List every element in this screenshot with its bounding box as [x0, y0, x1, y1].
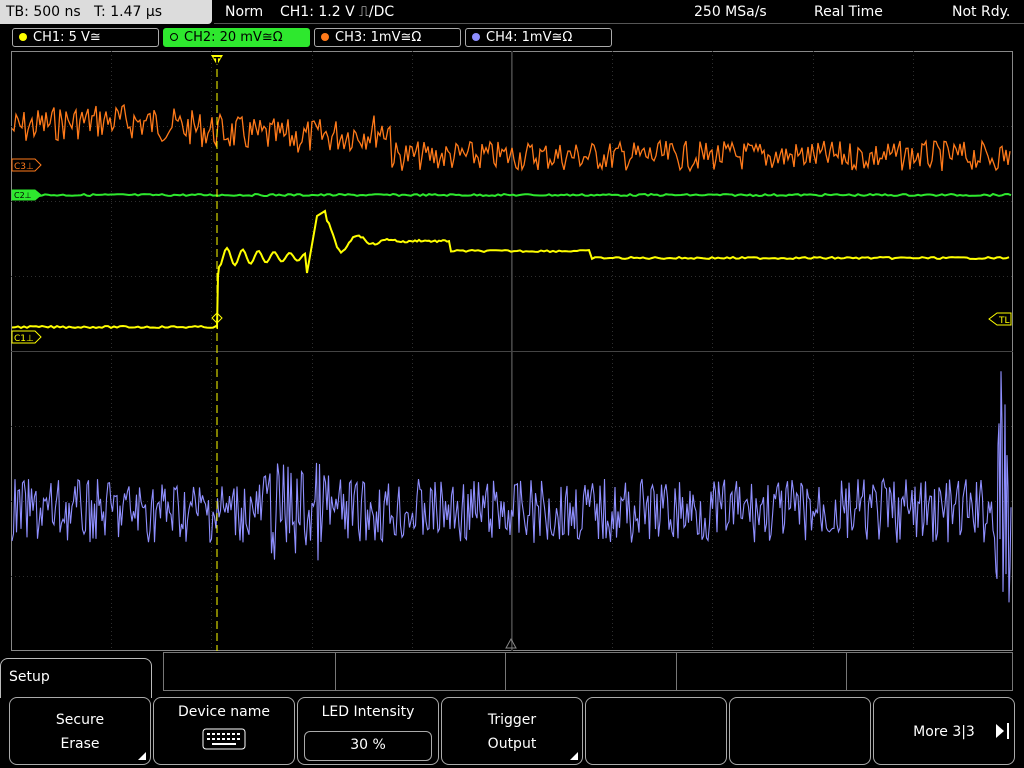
trigger-info[interactable]: CH1: 1.2 V ⎍/DC: [280, 0, 394, 24]
device-name-button[interactable]: Device name: [153, 697, 295, 765]
keyboard-icon: [202, 728, 246, 750]
ch1-dot-icon: [19, 33, 27, 41]
menu-title-setup: Setup: [0, 658, 152, 698]
button-label: Output: [487, 736, 537, 752]
timebase-label: TB: 500 ns: [6, 4, 81, 20]
submenu-corner-icon: [138, 752, 146, 760]
sample-rate: 250 MSa/s: [694, 4, 767, 20]
led-intensity-value[interactable]: 30 %: [304, 731, 432, 761]
button-label: Secure: [55, 712, 105, 728]
ch4-dot-icon: [472, 33, 480, 41]
marker-c3[interactable]: C3⊥: [11, 158, 42, 172]
empty-softkey-5[interactable]: [585, 697, 727, 765]
button-label: Device name: [177, 704, 271, 720]
button-label: LED Intensity: [321, 704, 415, 720]
channel-tab-ch2[interactable]: CH2: 20 mV≅Ω: [163, 28, 310, 47]
zoom-strip: [163, 652, 1013, 691]
ch3-dot-icon: [321, 33, 329, 41]
channel-tab-ch1[interactable]: CH1: 5 V≅: [12, 28, 159, 47]
arrow-bar-icon: [1007, 723, 1009, 739]
trigger-time-label: T: 1.47 µs: [94, 4, 163, 20]
button-label: More 3|3: [913, 724, 975, 740]
trigger-output-button[interactable]: Trigger Output: [441, 697, 583, 765]
led-intensity-button[interactable]: LED Intensity 30 %: [297, 697, 439, 765]
trigger-marker-label: T: [214, 56, 221, 67]
menu-title-label: Setup: [9, 669, 50, 685]
status-divider: [214, 23, 1024, 24]
trigger-mode[interactable]: Norm: [225, 0, 263, 24]
marker-c2-label: C2⊥: [14, 191, 32, 200]
acquisition-state: Not Rdy.: [952, 4, 1011, 20]
channel-tab-label: CH3: 1mV≅Ω: [335, 30, 422, 45]
channel-tab-label: CH4: 1mV≅Ω: [486, 30, 573, 45]
timebase-readout[interactable]: TB: 500 ns T: 1.47 µs: [0, 0, 212, 24]
more-button[interactable]: More 3|3: [873, 697, 1015, 765]
marker-c2[interactable]: C2⊥: [11, 189, 42, 201]
waveform-display[interactable]: T C3⊥ C2⊥ C1⊥ TL: [11, 51, 1013, 651]
acquisition-mode: Real Time: [814, 4, 883, 20]
ch2-dot-icon: [170, 33, 178, 41]
marker-c1-label: C1⊥: [14, 334, 34, 344]
arrow-right-icon: [996, 724, 1004, 738]
button-label: Erase: [60, 736, 100, 752]
submenu-corner-icon: [570, 752, 578, 760]
button-label: Trigger: [487, 712, 537, 728]
secure-erase-button[interactable]: Secure Erase: [9, 697, 151, 765]
empty-softkey-6[interactable]: [729, 697, 871, 765]
channel-tab-ch4[interactable]: CH4: 1mV≅Ω: [465, 28, 612, 47]
marker-tl-label: TL: [998, 316, 1010, 326]
marker-c1[interactable]: C1⊥: [11, 330, 42, 344]
channel-tab-label: CH1: 5 V≅: [33, 30, 101, 45]
channel-tab-ch3[interactable]: CH3: 1mV≅Ω: [314, 28, 461, 47]
marker-c3-label: C3⊥: [14, 162, 34, 172]
channel-tab-label: CH2: 20 mV≅Ω: [184, 30, 283, 45]
